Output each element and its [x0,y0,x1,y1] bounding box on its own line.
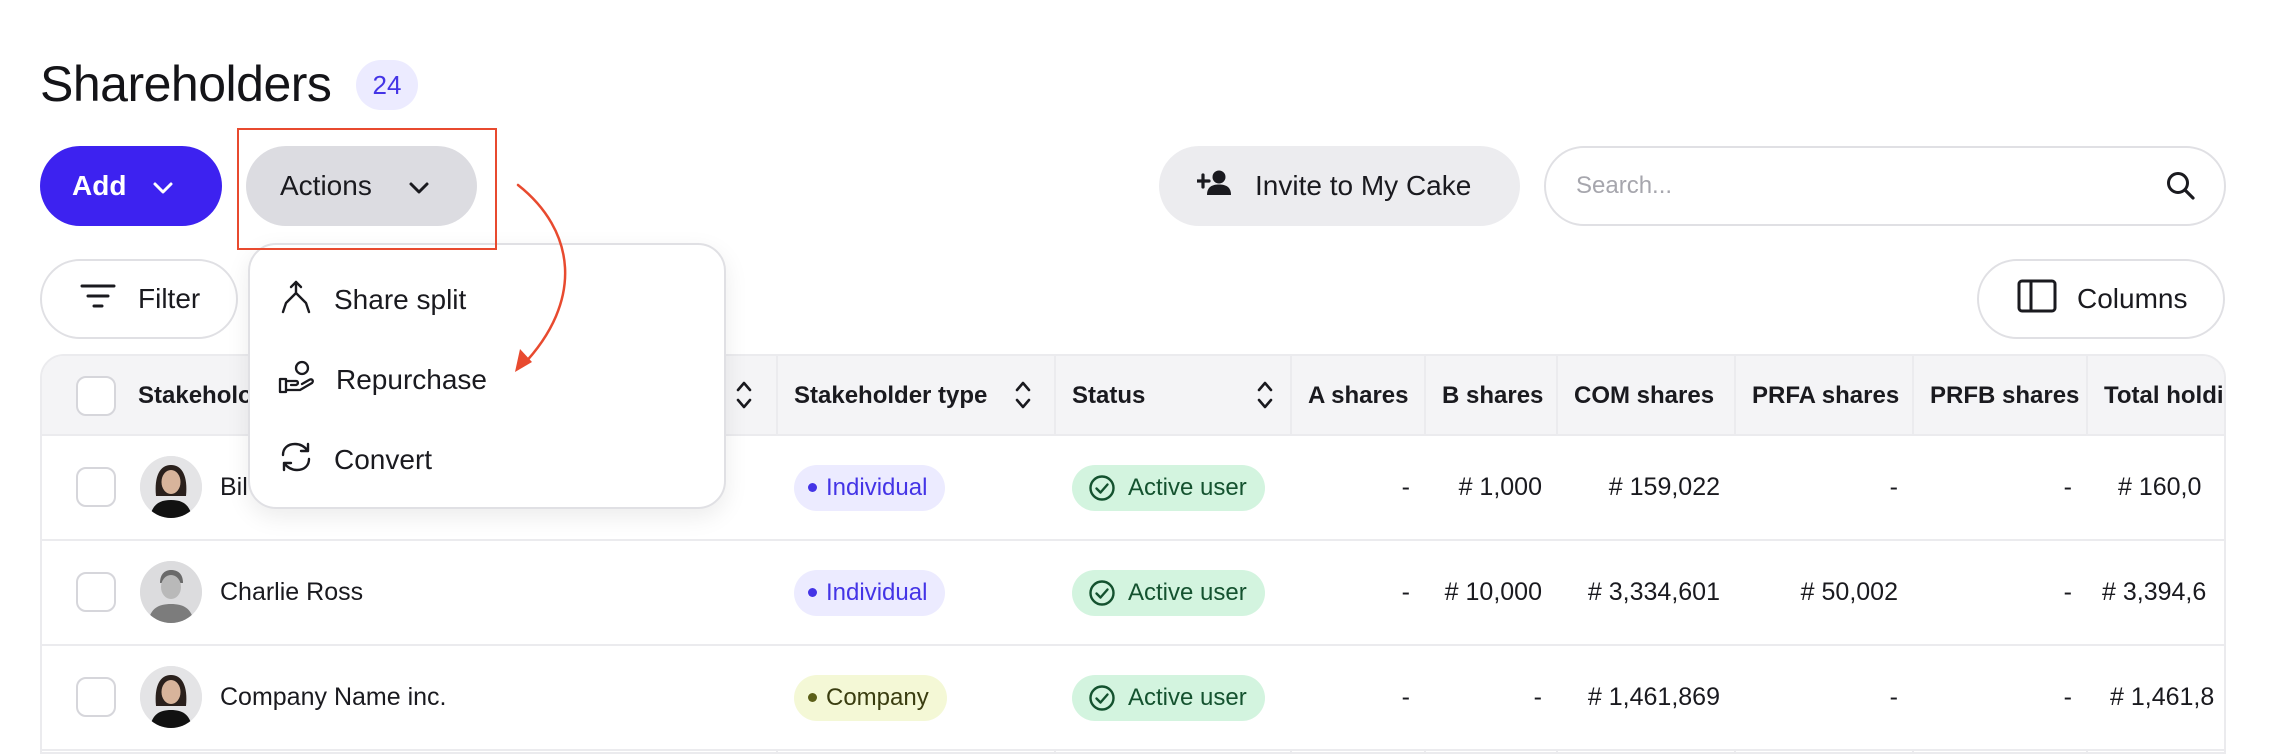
convert-icon [278,439,314,482]
status-cell: Active user [1072,541,1265,644]
com-shares-cell: # 159,022 [1608,473,1720,501]
prfa-shares-cell: - [1889,473,1898,501]
check-circle-icon [1089,684,1115,711]
search-icon[interactable] [2164,169,2198,208]
menu-item-label: Repurchase [336,364,487,395]
filter-icon [80,283,116,316]
invite-button-label: Invite to My Cake [1255,170,1472,201]
column-header-total-holdings[interactable]: Total holdi [2104,356,2224,436]
avatar [140,561,202,623]
status-badge: Active user [1072,674,1265,721]
table-row[interactable]: Charlie Ross Individual Active user - # … [42,541,2224,646]
menu-item-label: Convert [334,444,433,475]
annotation-highlight-box [237,128,497,250]
stakeholder-type-cell: Individual [794,541,946,644]
prfb-shares-cell: - [2063,473,2072,501]
menu-item-label: Share split [334,284,467,315]
stakeholder-name[interactable]: Company Name inc. [220,646,446,749]
columns-button-label: Columns [2077,283,2188,314]
search-box[interactable] [1544,146,2226,226]
column-header-com-shares[interactable]: COM shares [1574,356,1714,436]
prfb-shares-cell: - [2063,578,2072,606]
check-circle-icon [1089,474,1115,501]
check-circle-icon [1089,579,1115,606]
type-badge: Company [794,674,947,721]
sort-icon[interactable] [1255,378,1275,417]
stakeholder-name[interactable]: Charlie Ross [220,541,363,644]
menu-item-repurchase[interactable]: Repurchase [278,355,487,405]
status-cell: Active user [1072,436,1265,539]
stakeholder-type-cell: Company [794,646,947,749]
menu-item-convert[interactable]: Convert [278,435,432,485]
total-holdings-cell: # 3,394,6 [2102,578,2207,606]
column-header-status[interactable]: Status [1072,356,1145,436]
com-shares-cell: # 1,461,869 [1587,683,1720,711]
repurchase-icon [278,359,316,402]
column-header-prfb-shares[interactable]: PRFB shares [1930,356,2079,436]
select-all-checkbox[interactable] [76,376,116,416]
add-button-label: Add [72,170,127,201]
chevron-down-icon [152,170,174,202]
b-shares-cell: - [1533,683,1542,711]
total-holdings-cell: # 160,0 [2118,473,2202,501]
sort-icon[interactable] [734,378,754,417]
prfa-shares-cell: # 50,002 [1800,578,1898,606]
stakeholder-name[interactable]: Bil [220,436,248,539]
type-badge: Individual [794,569,946,616]
actions-dropdown-menu: Share split Repurchase Convert [248,243,726,509]
invite-button[interactable]: Invite to My Cake [1159,146,1520,226]
filter-button-label: Filter [138,283,201,314]
avatar [140,666,202,728]
column-header-stakeholder-type[interactable]: Stakeholder type [794,356,987,436]
type-badge: Individual [794,464,946,511]
row-checkbox[interactable] [76,572,116,612]
row-checkbox[interactable] [76,677,116,717]
add-person-icon [1195,169,1233,204]
menu-item-share-split[interactable]: Share split [278,275,466,325]
status-badge: Active user [1072,569,1265,616]
status-badge: Active user [1072,464,1265,511]
a-shares-cell: - [1401,683,1410,711]
a-shares-cell: - [1401,473,1410,501]
share-split-icon [278,279,314,322]
status-cell: Active user [1072,646,1265,749]
column-header-stakeholder[interactable]: Stakeholo [138,356,253,436]
search-input[interactable] [1576,148,2136,224]
total-holdings-cell: # 1,461,8 [2110,683,2215,711]
stakeholder-type-cell: Individual [794,436,946,539]
row-checkbox[interactable] [76,467,116,507]
a-shares-cell: - [1401,578,1410,606]
columns-button[interactable]: Columns [1977,259,2225,339]
column-header-a-shares[interactable]: A shares [1308,356,1409,436]
table-row[interactable]: Company Name inc. Company Active user - … [42,646,2224,751]
avatar [140,456,202,518]
add-button[interactable]: Add [40,146,222,226]
shareholder-count-badge: 24 [356,60,418,110]
filter-button[interactable]: Filter [40,259,238,339]
b-shares-cell: # 1,000 [1458,473,1542,501]
column-header-prfa-shares[interactable]: PRFA shares [1752,356,1899,436]
prfa-shares-cell: - [1889,683,1898,711]
columns-icon [2017,279,2057,320]
com-shares-cell: # 3,334,601 [1587,578,1720,606]
b-shares-cell: # 10,000 [1444,578,1542,606]
page-title: Shareholders [40,56,332,112]
prfb-shares-cell: - [2063,683,2072,711]
sort-icon[interactable] [1013,378,1033,417]
column-header-b-shares[interactable]: B shares [1442,356,1543,436]
